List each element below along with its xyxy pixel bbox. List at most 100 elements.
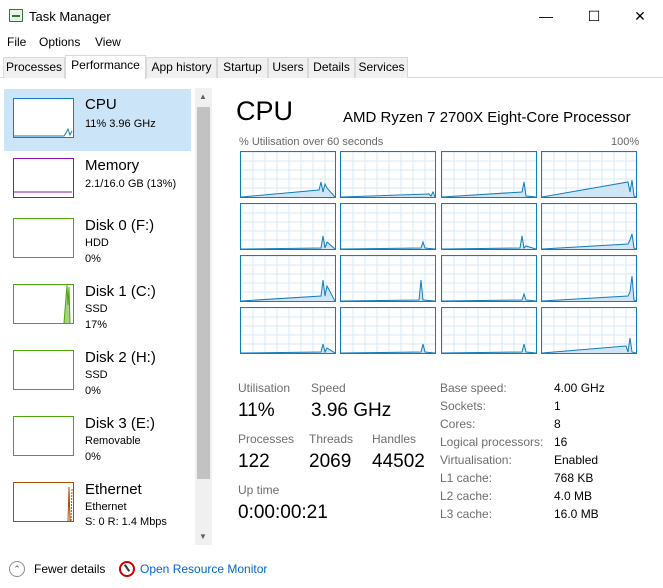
cores-label: Cores: bbox=[440, 417, 476, 431]
maximize-button[interactable]: ☐ bbox=[571, 0, 617, 32]
base-speed-value: 4.00 GHz bbox=[554, 381, 605, 395]
l3-cache-label: L3 cache: bbox=[440, 507, 493, 521]
speed-value: 3.96 GHz bbox=[311, 400, 392, 421]
threads-label: Threads bbox=[309, 432, 354, 446]
core-graph bbox=[240, 307, 336, 354]
cpu-thumbnail-graph bbox=[13, 98, 74, 138]
sidebar-item-detail: Ethernet bbox=[85, 501, 127, 513]
disk1-thumbnail-graph bbox=[13, 284, 74, 324]
resource-monitor-icon[interactable] bbox=[119, 561, 135, 577]
core-graph bbox=[240, 151, 336, 198]
core-graph bbox=[441, 255, 537, 302]
sidebar-item-cpu[interactable]: CPU 11% 3.96 GHz bbox=[4, 89, 191, 151]
sidebar-item-usage: 17% bbox=[85, 319, 108, 331]
tab-app-history[interactable]: App history bbox=[146, 57, 217, 78]
sidebar-item-disk2[interactable]: Disk 2 (H:) SSD 0% bbox=[4, 347, 191, 409]
menu-options[interactable]: Options bbox=[39, 35, 80, 49]
sidebar-item-disk1[interactable]: Disk 1 (C:) SSD 17% bbox=[4, 281, 191, 343]
sidebar-item-disk0[interactable]: Disk 0 (F:) HDD 0% bbox=[4, 215, 191, 277]
sidebar-item-detail: HDD bbox=[85, 237, 109, 249]
graph-max-label: 100% bbox=[611, 136, 640, 148]
handles-label: Handles bbox=[372, 432, 417, 446]
l2-cache-label: L2 cache: bbox=[440, 489, 493, 503]
open-resource-monitor-link[interactable]: Open Resource Monitor bbox=[140, 562, 267, 576]
disk3-thumbnail-graph bbox=[13, 416, 74, 456]
sidebar-item-detail: 2.1/16.0 GB (13%) bbox=[85, 178, 177, 190]
virtualisation-label: Virtualisation: bbox=[440, 453, 512, 467]
handles-value: 44502 bbox=[372, 451, 425, 472]
processor-name: AMD Ryzen 7 2700X Eight-Core Processor bbox=[343, 109, 631, 126]
fewer-details-icon[interactable]: ⌃ bbox=[9, 561, 25, 577]
core-graph bbox=[541, 307, 637, 354]
window-title: Task Manager bbox=[29, 9, 111, 24]
virtualisation-value: Enabled bbox=[554, 453, 599, 467]
sidebar-item-usage: 0% bbox=[85, 253, 101, 265]
sidebar-item-title: Disk 1 (C:) bbox=[85, 283, 156, 300]
core-graph bbox=[340, 255, 436, 302]
sidebar-item-title: Memory bbox=[85, 157, 140, 174]
sidebar-item-throughput: S: 0 R: 1.4 Mbps bbox=[85, 516, 167, 528]
uptime-value: 0:00:00:21 bbox=[238, 502, 328, 523]
tab-services[interactable]: Services bbox=[355, 57, 408, 78]
core-graph bbox=[541, 151, 637, 198]
minimize-button[interactable]: — bbox=[523, 0, 569, 32]
sockets-value: 1 bbox=[554, 399, 561, 413]
core-graph bbox=[541, 255, 637, 302]
menu-file[interactable]: File bbox=[7, 35, 26, 49]
sidebar-item-ethernet[interactable]: Ethernet Ethernet S: 0 R: 1.4 Mbps bbox=[4, 479, 191, 541]
sidebar-item-title: Disk 0 (F:) bbox=[85, 217, 155, 234]
sidebar-item-detail: SSD bbox=[85, 303, 108, 315]
sidebar-item-detail: SSD bbox=[85, 369, 108, 381]
core-graph bbox=[340, 307, 436, 354]
memory-thumbnail-graph bbox=[13, 158, 74, 198]
logical-processors-value: 16 bbox=[554, 435, 568, 449]
task-manager-icon bbox=[9, 9, 23, 22]
base-speed-label: Base speed: bbox=[440, 381, 507, 395]
utilisation-label: Utilisation bbox=[238, 381, 291, 395]
core-graph bbox=[441, 151, 537, 198]
l3-cache-value: 16.0 MB bbox=[554, 507, 599, 521]
sidebar-item-usage: 0% bbox=[85, 451, 101, 463]
sidebar-item-title: Ethernet bbox=[85, 481, 142, 498]
logical-processors-label: Logical processors: bbox=[440, 435, 544, 449]
processes-value: 122 bbox=[238, 451, 270, 472]
tab-startup[interactable]: Startup bbox=[217, 57, 268, 78]
sidebar-item-disk3[interactable]: Disk 3 (E:) Removable 0% bbox=[4, 413, 191, 475]
threads-value: 2069 bbox=[309, 451, 352, 472]
disk2-thumbnail-graph bbox=[13, 350, 74, 390]
core-graph bbox=[340, 151, 436, 198]
tab-details[interactable]: Details bbox=[308, 57, 355, 78]
page-title: CPU bbox=[236, 96, 294, 126]
resource-sidebar: CPU 11% 3.96 GHz Memory 2.1/16.0 GB (13%… bbox=[0, 87, 213, 548]
scroll-up-icon[interactable]: ▲ bbox=[199, 92, 207, 101]
tab-performance[interactable]: Performance bbox=[65, 55, 146, 79]
core-graph bbox=[340, 203, 436, 250]
sidebar-item-title: CPU bbox=[85, 96, 117, 113]
disk0-thumbnail-graph bbox=[13, 218, 74, 258]
sidebar-scroll-thumb[interactable] bbox=[197, 107, 210, 479]
tab-users[interactable]: Users bbox=[268, 57, 308, 78]
sidebar-item-usage: 0% bbox=[85, 385, 101, 397]
core-graph bbox=[240, 255, 336, 302]
sidebar-item-memory[interactable]: Memory 2.1/16.0 GB (13%) bbox=[4, 153, 191, 215]
utilisation-value: 11% bbox=[238, 400, 275, 421]
core-graph bbox=[240, 203, 336, 250]
scroll-down-icon[interactable]: ▼ bbox=[199, 532, 207, 541]
sidebar-item-detail: Removable bbox=[85, 435, 141, 447]
menu-view[interactable]: View bbox=[95, 35, 121, 49]
sidebar-item-title: Disk 3 (E:) bbox=[85, 415, 156, 432]
speed-label: Speed bbox=[311, 381, 346, 395]
sockets-label: Sockets: bbox=[440, 399, 487, 413]
core-graph bbox=[441, 307, 537, 354]
core-graph bbox=[441, 203, 537, 250]
fewer-details-button[interactable]: Fewer details bbox=[34, 562, 105, 576]
tab-processes[interactable]: Processes bbox=[3, 57, 65, 78]
l2-cache-value: 4.0 MB bbox=[554, 489, 593, 503]
uptime-label: Up time bbox=[238, 483, 280, 497]
l1-cache-value: 768 KB bbox=[554, 471, 594, 485]
core-graph bbox=[541, 203, 637, 250]
cores-value: 8 bbox=[554, 417, 561, 431]
l1-cache-label: L1 cache: bbox=[440, 471, 493, 485]
processes-label: Processes bbox=[238, 432, 295, 446]
close-button[interactable]: ✕ bbox=[617, 0, 663, 32]
